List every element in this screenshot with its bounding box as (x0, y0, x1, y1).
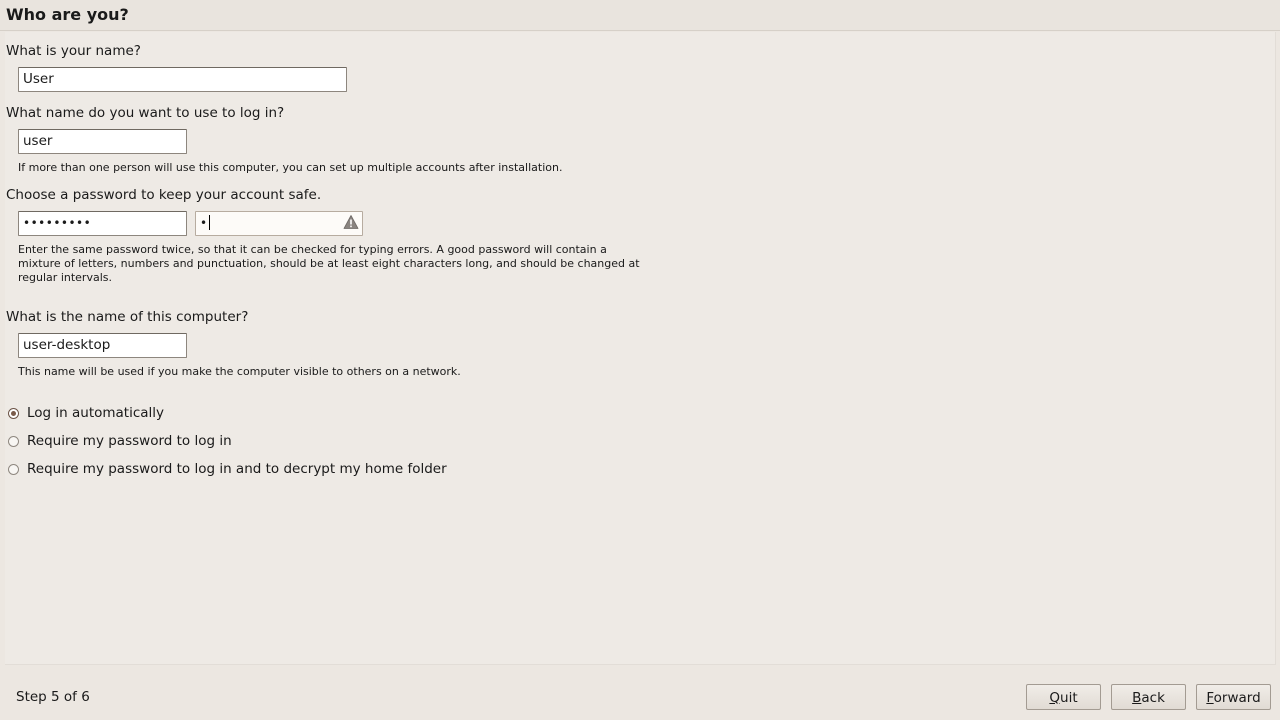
password-question: Choose a password to keep your account s… (6, 187, 322, 203)
password-note-line-1: Enter the same password twice, so that i… (18, 243, 607, 256)
back-label-rest: ack (1141, 690, 1165, 706)
back-mnemonic: B (1132, 690, 1142, 706)
radio-label: Require my password to log in (27, 433, 232, 449)
page-title: Who are you? (6, 5, 129, 24)
radio-require-password[interactable]: Require my password to log in (8, 432, 232, 450)
login-name-note: If more than one person will use this co… (18, 161, 563, 174)
password-note-line-2: mixture of letters, numbers and punctuat… (18, 257, 640, 270)
warning-triangle-icon (343, 215, 359, 229)
radio-button-checked[interactable] (8, 407, 19, 419)
computer-name-note: This name will be used if you make the c… (18, 365, 461, 378)
confirm-password-masked-value: • (200, 216, 208, 230)
full-name-value: User (23, 71, 54, 87)
login-name-input[interactable]: user (18, 129, 187, 154)
installer-window: Who are you? What is your name? User Wha… (0, 0, 1280, 720)
login-name-question: What name do you want to use to log in? (6, 105, 285, 121)
step-indicator: Step 5 of 6 (16, 689, 90, 705)
computer-name-value: user-desktop (23, 337, 111, 353)
radio-label: Require my password to log in and to dec… (27, 461, 447, 477)
quit-mnemonic: Q (1049, 690, 1061, 706)
name-question: What is your name? (6, 43, 141, 59)
forward-label-rest: orward (1213, 690, 1261, 706)
password-masked-value: ••••••••• (23, 216, 92, 230)
password-note-line-3: regular intervals. (18, 271, 112, 284)
forward-button[interactable]: Forward (1196, 684, 1271, 710)
form-panel (5, 32, 1276, 665)
computer-name-question: What is the name of this computer? (6, 309, 249, 325)
radio-label: Log in automatically (27, 405, 165, 421)
text-cursor (208, 215, 210, 230)
quit-button[interactable]: Quit (1026, 684, 1101, 710)
quit-label-rest: uit (1060, 690, 1078, 706)
computer-name-input[interactable]: user-desktop (18, 333, 187, 358)
confirm-password-input[interactable]: • (195, 211, 363, 236)
radio-require-password-and-encrypt[interactable]: Require my password to log in and to dec… (8, 460, 447, 478)
radio-log-in-automatically[interactable]: Log in automatically (8, 404, 164, 422)
login-name-value: user (23, 133, 53, 149)
radio-button[interactable] (8, 435, 19, 447)
forward-mnemonic: F (1206, 690, 1214, 706)
page-header: Who are you? (0, 0, 1280, 31)
password-input[interactable]: ••••••••• (18, 211, 187, 236)
full-name-input[interactable]: User (18, 67, 347, 92)
radio-button[interactable] (8, 463, 19, 475)
back-button[interactable]: Back (1111, 684, 1186, 710)
